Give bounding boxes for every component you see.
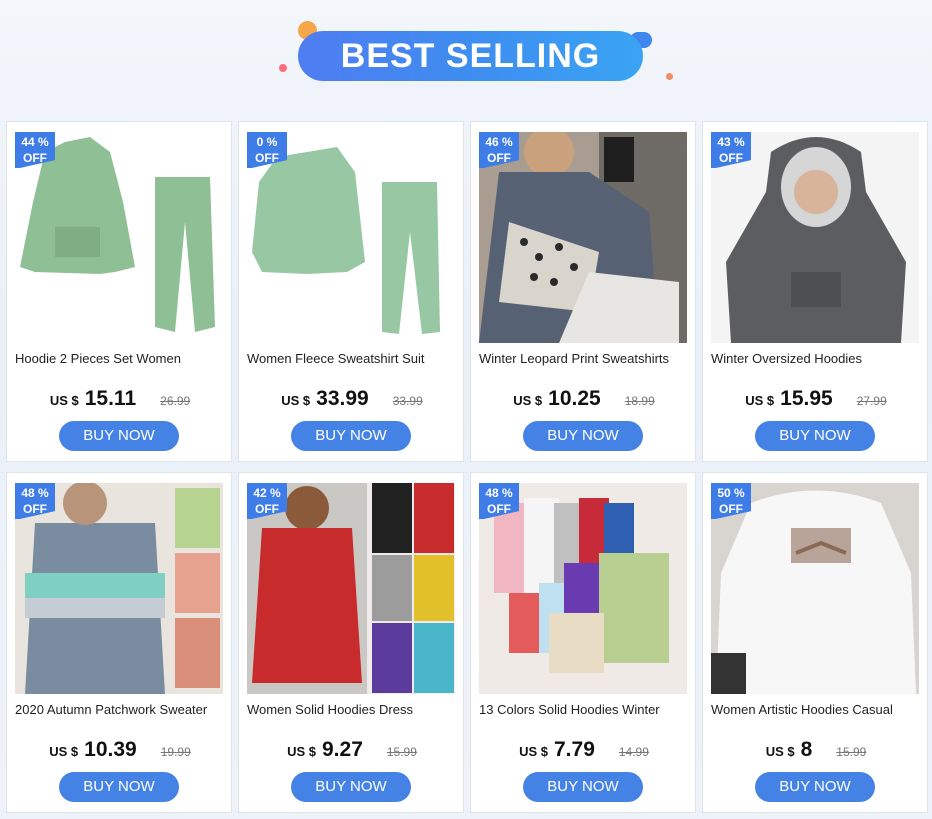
hoodie-dress-image[interactable] [247, 483, 455, 694]
price-row: US $ 33.99 33.99 [239, 387, 465, 410]
currency-label: US $ [287, 744, 316, 759]
price-row: US $ 9.27 15.99 [239, 738, 465, 761]
product-card[interactable]: 48 % OFF 13 Colors Solid Hoodies Winter US … [470, 472, 696, 813]
original-price: 19.99 [160, 745, 191, 759]
discount-percent: 50 % [717, 486, 745, 500]
buy-now-button[interactable]: BUY NOW [755, 772, 875, 802]
product-title[interactable]: Winter Oversized Hoodies [711, 351, 921, 368]
banner-title: BEST SELLING [340, 36, 601, 75]
colorful-hoodies-image[interactable] [479, 483, 687, 694]
green-hoodie-set-image[interactable] [15, 132, 223, 343]
current-price: 15.95 [780, 387, 833, 410]
current-price: 33.99 [316, 387, 369, 410]
product-card[interactable]: 44 % OFF Hoodie 2 Pieces Set Women US $15.1… [6, 121, 232, 462]
original-price: 14.99 [618, 745, 649, 759]
price-row: US $ 8 15.99 [703, 738, 929, 761]
product-title[interactable]: Women Fleece Sweatshirt Suit [247, 351, 457, 368]
current-price: 10.39 [84, 738, 137, 761]
original-price: 33.99 [392, 394, 423, 408]
oversized-hoodie-image[interactable] [711, 132, 919, 343]
product-grid: 44 % OFF Hoodie 2 Pieces Set Women US $15.1… [6, 121, 928, 813]
discount-percent: 48 % [21, 486, 49, 500]
original-price: 26.99 [160, 394, 191, 408]
decor-dot-icon [666, 73, 673, 80]
currency-label: US $ [49, 744, 79, 759]
buy-now-button[interactable]: BUY NOW [291, 772, 411, 802]
current-price: 15.11 [84, 387, 137, 410]
currency-label: US $ [513, 393, 543, 408]
currency-label: US $ [765, 744, 795, 759]
discount-percent: 44 % [21, 135, 49, 149]
best-selling-banner: BEST SELLING [0, 0, 932, 115]
product-title[interactable]: Hoodie 2 Pieces Set Women [15, 351, 225, 368]
original-price: 15.99 [386, 745, 417, 759]
leopard-sweatshirt-image[interactable] [479, 132, 687, 343]
discount-percent: 0 % [256, 135, 278, 149]
green-sweatshirt-suit-image[interactable] [247, 132, 455, 343]
product-card[interactable]: 0 % OFF Women Fleece Sweatshirt Suit US $33… [238, 121, 464, 462]
product-title[interactable]: Women Solid Hoodies Dress [247, 702, 457, 719]
currency-label: US $ [49, 393, 79, 408]
price-row: US $ 7.79 14.99 [471, 738, 697, 761]
patchwork-sweater-image[interactable] [15, 483, 223, 694]
discount-percent: 42 % [253, 486, 281, 500]
discount-percent: 43 % [717, 135, 745, 149]
product-title[interactable]: Winter Leopard Print Sweatshirts [479, 351, 689, 368]
current-price: 10.25 [548, 387, 601, 410]
decor-dot-icon [279, 64, 287, 72]
current-price: 9.27 [322, 738, 363, 761]
product-title[interactable]: 13 Colors Solid Hoodies Winter [479, 702, 689, 719]
product-card[interactable]: 42 % OFF Women Solid Hoodies Dress US $9.27… [238, 472, 464, 813]
banner-pill: BEST SELLING [298, 31, 643, 81]
original-price: 27.99 [856, 394, 887, 408]
product-title[interactable]: Women Artistic Hoodies Casual [711, 702, 921, 719]
buy-now-button[interactable]: BUY NOW [291, 421, 411, 451]
current-price: 8 [800, 738, 813, 761]
price-row: US $ 10.25 18.99 [471, 387, 697, 410]
product-title[interactable]: 2020 Autumn Patchwork Sweater [15, 702, 225, 719]
price-row: US $ 15.11 26.99 [7, 387, 233, 410]
artistic-hoodie-image[interactable] [711, 483, 919, 694]
currency-label: US $ [519, 744, 548, 759]
discount-percent: 48 % [485, 486, 513, 500]
current-price: 7.79 [554, 738, 595, 761]
buy-now-button[interactable]: BUY NOW [523, 421, 643, 451]
product-card[interactable]: 48 % OFF 2020 Autumn Patchwork Sweater US $… [6, 472, 232, 813]
original-price: 15.99 [836, 745, 867, 759]
buy-now-button[interactable]: BUY NOW [59, 772, 179, 802]
original-price: 18.99 [624, 394, 655, 408]
buy-now-button[interactable]: BUY NOW [59, 421, 179, 451]
price-row: US $ 10.39 19.99 [7, 738, 233, 761]
discount-percent: 46 % [485, 135, 513, 149]
product-card[interactable]: 50 % OFF Women Artistic Hoodies Casual US $… [702, 472, 928, 813]
price-row: US $ 15.95 27.99 [703, 387, 929, 410]
currency-label: US $ [281, 393, 311, 408]
buy-now-button[interactable]: BUY NOW [523, 772, 643, 802]
product-card[interactable]: 46 % OFF Winter Leopard Print Sweatshirts U… [470, 121, 696, 462]
product-card[interactable]: 43 % OFF Winter Oversized Hoodies US $15.95… [702, 121, 928, 462]
currency-label: US $ [745, 393, 775, 408]
buy-now-button[interactable]: BUY NOW [755, 421, 875, 451]
